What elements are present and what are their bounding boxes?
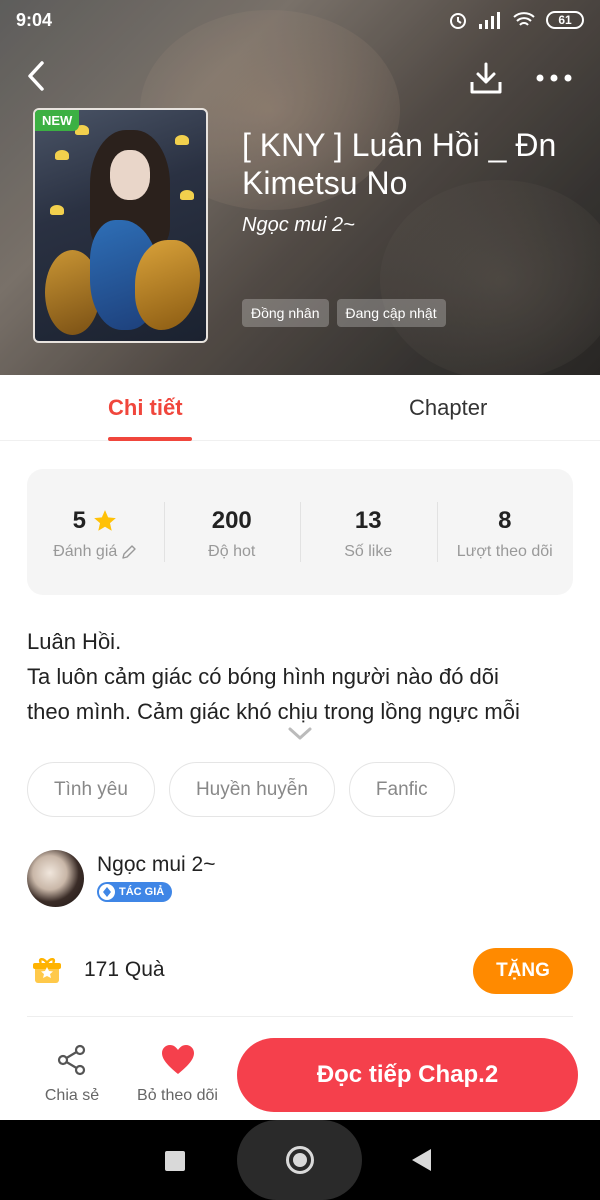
- book-header: 9:04 61 NEW [ KNY ] Luân Hồi _ Đn Kimets…: [0, 0, 600, 375]
- back-arrow-icon: [28, 61, 44, 91]
- stat-value: 5: [27, 507, 164, 535]
- continue-reading-button[interactable]: Đọc tiếp Chap.2: [237, 1038, 578, 1112]
- share-icon: [57, 1044, 86, 1076]
- stat-value: 13: [354, 507, 382, 534]
- stat-followers: 8 Lượt theo dõi: [436, 469, 574, 595]
- share-label: Chia sẻ: [44, 1087, 100, 1104]
- new-badge: NEW: [35, 110, 80, 131]
- expand-description-button[interactable]: [287, 726, 313, 742]
- cover-art: [110, 150, 150, 200]
- status-time: 9:04: [16, 10, 53, 30]
- book-cover: NEW: [33, 108, 208, 343]
- rating-label: Đánh giá: [53, 543, 118, 560]
- book-title: [ KNY ] Luân Hồi _ Đn Kimetsu No: [242, 127, 557, 201]
- back-button[interactable]: [22, 58, 52, 94]
- stat-label: Lượt theo dõi: [456, 543, 553, 560]
- stat-rating[interactable]: 5 Đánh giá: [27, 469, 164, 595]
- status-bar: 9:04 61: [0, 0, 600, 40]
- tab-chapter[interactable]: Chapter: [409, 395, 487, 421]
- rating-value: 5: [72, 507, 86, 534]
- stat-likes: 13 Số like: [300, 469, 437, 595]
- stat-label: Độ hot: [208, 543, 256, 560]
- recent-apps-button[interactable]: [165, 1151, 185, 1171]
- pencil-icon[interactable]: [121, 544, 137, 560]
- download-button[interactable]: [468, 60, 504, 96]
- system-back-button[interactable]: [412, 1149, 431, 1171]
- tab-detail[interactable]: Chi tiết: [108, 395, 183, 421]
- alarm-icon: [450, 13, 466, 29]
- header-tags: Đồng nhân Đang cập nhật: [242, 299, 446, 327]
- genre-tags: Tình yêu Huyền huyễn Fanfic: [27, 762, 455, 817]
- gift-count: 171 Quà: [84, 958, 165, 981]
- star-icon: [94, 510, 116, 531]
- stats-card: 5 Đánh giá 200 Độ hot 13 Số like 8 Lượt …: [27, 469, 573, 595]
- give-gift-button[interactable]: TẶNG: [473, 948, 573, 994]
- stat-value: 200: [211, 507, 252, 534]
- stat-value: 8: [498, 507, 512, 534]
- tab-bar: Chi tiết Chapter: [0, 375, 600, 441]
- divider: [27, 1016, 573, 1017]
- more-options-button[interactable]: [534, 66, 574, 90]
- more-dots-icon: [536, 74, 572, 82]
- active-tab-indicator: [108, 437, 192, 441]
- book-author[interactable]: Ngọc mui 2~: [242, 214, 355, 237]
- home-button[interactable]: [286, 1146, 314, 1174]
- chevron-down-icon: [288, 727, 312, 740]
- butterfly-icon: [180, 190, 194, 200]
- gift-icon: [33, 958, 61, 983]
- status-chip: Đang cập nhật: [336, 299, 446, 327]
- stat-label: Đánh giá: [27, 543, 164, 561]
- author-badge: TÁC GIẢ: [97, 882, 173, 902]
- genre-tag[interactable]: Huyền huyễn: [168, 762, 335, 817]
- butterfly-icon: [50, 205, 64, 215]
- download-icon: [470, 62, 502, 94]
- status-icons: 61: [448, 10, 584, 30]
- stat-hot: 200 Độ hot: [163, 469, 301, 595]
- stat-label: Số like: [344, 543, 393, 560]
- description-line: Luân Hồi.: [27, 629, 122, 654]
- signal-icon: [479, 12, 500, 29]
- author-badge-label: TÁC GIẢ: [119, 886, 165, 898]
- author-avatar[interactable]: [27, 850, 84, 907]
- bottom-action-bar: Chia sẻ Bỏ theo dõi Đọc tiếp Chap.2: [0, 1030, 600, 1120]
- genre-tag[interactable]: Tình yêu: [27, 762, 155, 817]
- book-description[interactable]: Luân Hồi. Ta luôn cảm giác có bóng hình …: [27, 624, 577, 729]
- author-badge-icon: [99, 884, 115, 900]
- system-navigation-bar: [0, 1120, 600, 1200]
- unfollow-label: Bỏ theo dõi: [137, 1087, 218, 1104]
- share-button[interactable]: Chia sẻ: [30, 1044, 114, 1105]
- butterfly-icon: [175, 135, 189, 145]
- tag-chip[interactable]: Đồng nhân: [242, 299, 329, 327]
- description-line: theo mình. Cảm giác khó chịu trong lồng …: [27, 699, 520, 724]
- author-name[interactable]: Ngọc mui 2~: [97, 853, 215, 877]
- description-line: Ta luôn cảm giác có bóng hình người nào …: [27, 664, 499, 689]
- unfollow-button[interactable]: Bỏ theo dõi: [130, 1044, 225, 1105]
- genre-tag[interactable]: Fanfic: [348, 762, 455, 817]
- cover-art: [135, 240, 200, 330]
- heart-icon: [161, 1045, 194, 1074]
- butterfly-icon: [55, 150, 69, 160]
- wifi-icon: [513, 12, 535, 26]
- battery-indicator: 61: [546, 11, 584, 29]
